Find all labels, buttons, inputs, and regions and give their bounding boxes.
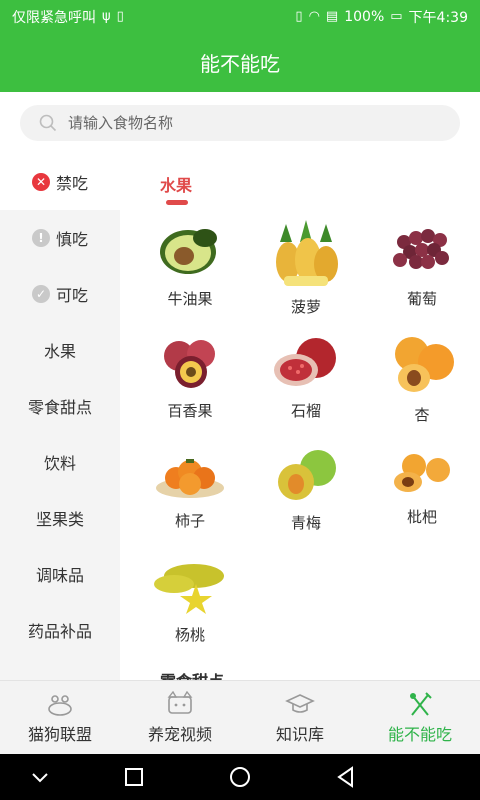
sidebar-item-label: 可吃 bbox=[55, 286, 88, 305]
wifi-icon: ◠ bbox=[308, 9, 320, 24]
sidebar-item-label: 禁吃 bbox=[55, 174, 88, 193]
graduation-cap-icon bbox=[285, 694, 315, 713]
search-box[interactable] bbox=[20, 105, 460, 141]
category-underline bbox=[166, 200, 188, 205]
sidebar-item-caution[interactable]: ! 慎吃 bbox=[0, 210, 120, 266]
food-item-label: 石榴 bbox=[290, 402, 321, 420]
sidebar-item-drinks[interactable]: 饮料 bbox=[0, 434, 120, 490]
recent-apps-icon[interactable] bbox=[122, 765, 146, 789]
food-item-label: 青梅 bbox=[290, 514, 321, 532]
food-item-label: 杨桃 bbox=[174, 626, 205, 644]
nav-item-label: 知识库 bbox=[275, 725, 324, 744]
status-bar: 仅限紧急呼叫 ψ ▯ ▯ ◠ ▤ 100% ▭ 下午4:39 bbox=[0, 0, 480, 32]
category-sidebar: ✕ 禁吃 ! 慎吃 ✓ 可吃 水果 零食甜点 饮料 坚果类 调味品 药品补品 bbox=[0, 154, 120, 680]
search-icon bbox=[39, 114, 57, 132]
food-item-avocado[interactable]: 牛油果 bbox=[130, 220, 250, 330]
food-item-starfruit[interactable]: 杨桃 bbox=[130, 554, 250, 664]
sidebar-item-label: 坚果类 bbox=[35, 510, 84, 529]
sidebar-item-label: 慎吃 bbox=[55, 230, 88, 249]
food-item-greenplum[interactable]: 青梅 bbox=[246, 444, 366, 554]
food-item-label: 菠萝 bbox=[290, 298, 321, 316]
status-left: 仅限紧急呼叫 ψ ▯ bbox=[12, 7, 124, 27]
food-item-label: 葡萄 bbox=[406, 290, 437, 308]
persimmon-icon bbox=[156, 459, 224, 498]
clock: 下午4:39 bbox=[408, 10, 468, 26]
battery-icon: ▭ bbox=[390, 9, 403, 24]
category-title: 水果 bbox=[160, 176, 193, 195]
sidebar-item-label: 饮料 bbox=[43, 454, 76, 473]
sidebar-item-condiments[interactable]: 调味品 bbox=[0, 546, 120, 602]
loquat-icon bbox=[394, 454, 450, 492]
bottom-nav: 猫狗联盟 养宠视频 知识库 能不能吃 bbox=[0, 680, 480, 754]
status-right: ▯ ◠ ▤ 100% ▭ 下午4:39 bbox=[295, 7, 468, 27]
sidebar-item-forbidden[interactable]: ✕ 禁吃 bbox=[0, 154, 120, 210]
food-item-loquat[interactable]: 枇杷 bbox=[362, 444, 480, 554]
back-icon[interactable] bbox=[334, 765, 358, 789]
greenplum-icon bbox=[278, 450, 336, 500]
food-item-apricot[interactable]: 杏 bbox=[362, 332, 480, 442]
pomegranate-icon bbox=[274, 338, 336, 386]
app-bar: 能不能吃 bbox=[0, 32, 480, 92]
food-item-passionfruit[interactable]: 百香果 bbox=[130, 332, 250, 442]
nav-item-label: 养宠视频 bbox=[147, 725, 212, 744]
next-category-title: 零食甜点 bbox=[160, 668, 224, 680]
food-item-label: 柿子 bbox=[174, 512, 205, 530]
check-icon: ✓ bbox=[31, 285, 50, 303]
video-icon bbox=[167, 691, 193, 714]
food-item-pineapple[interactable]: 菠萝 bbox=[246, 220, 366, 330]
food-item-pomegranate[interactable]: 石榴 bbox=[246, 332, 366, 442]
fork-knife-icon bbox=[410, 692, 432, 716]
nav-item-label: 能不能吃 bbox=[387, 725, 452, 744]
sim-icon: ▯ bbox=[116, 9, 124, 24]
sidebar-item-medicine[interactable]: 药品补品 bbox=[0, 602, 120, 658]
food-item-label: 枇杷 bbox=[406, 508, 437, 526]
nav-item-knowledge[interactable]: 知识库 bbox=[240, 681, 360, 755]
nav-item-pets[interactable]: 猫狗联盟 bbox=[0, 681, 120, 755]
food-list: 水果 牛油果 菠萝 葡萄 百香果 石榴 杏 柿子 青梅 枇杷 杨桃 bbox=[120, 154, 480, 680]
grape-icon bbox=[393, 229, 449, 269]
passionfruit-icon bbox=[164, 340, 215, 388]
caution-icon: ! bbox=[31, 229, 50, 247]
battery-percent: 100% bbox=[344, 9, 385, 25]
sidebar-item-fruit[interactable]: 水果 bbox=[0, 322, 120, 378]
usb-icon: ψ bbox=[102, 9, 111, 24]
food-item-label: 牛油果 bbox=[167, 290, 213, 308]
forbidden-icon: ✕ bbox=[31, 173, 50, 191]
apricot-icon bbox=[395, 337, 454, 392]
nav-item-label: 猫狗联盟 bbox=[27, 725, 92, 744]
starfruit-icon bbox=[154, 564, 224, 614]
food-item-label: 杏 bbox=[414, 406, 430, 424]
nav-item-videos[interactable]: 养宠视频 bbox=[120, 681, 240, 755]
search-area bbox=[0, 92, 480, 154]
sidebar-item-label: 药品补品 bbox=[27, 622, 92, 641]
search-input[interactable] bbox=[68, 114, 428, 132]
vibrate-icon: ▯ bbox=[295, 9, 303, 24]
sidebar-item-edible[interactable]: ✓ 可吃 bbox=[0, 266, 120, 322]
chevron-down-icon[interactable] bbox=[28, 765, 52, 789]
document-icon: ▤ bbox=[325, 9, 339, 24]
system-nav-bar bbox=[0, 754, 480, 800]
food-item-grape[interactable]: 葡萄 bbox=[362, 220, 480, 330]
pineapple-icon bbox=[276, 220, 338, 286]
home-icon[interactable] bbox=[228, 765, 252, 789]
sidebar-item-label: 零食甜点 bbox=[27, 398, 92, 417]
sidebar-item-snacks[interactable]: 零食甜点 bbox=[0, 378, 120, 434]
sidebar-item-nuts[interactable]: 坚果类 bbox=[0, 490, 120, 546]
food-item-label: 百香果 bbox=[167, 402, 213, 420]
sidebar-item-label: 调味品 bbox=[35, 566, 84, 585]
avocado-icon bbox=[160, 229, 217, 274]
carrier-text: 仅限紧急呼叫 bbox=[12, 10, 96, 26]
sidebar-item-label: 水果 bbox=[43, 342, 76, 361]
page-title: 能不能吃 bbox=[200, 51, 280, 76]
pets-icon bbox=[48, 695, 72, 716]
nav-item-edible[interactable]: 能不能吃 bbox=[360, 681, 480, 755]
food-item-persimmon[interactable]: 柿子 bbox=[130, 444, 250, 554]
